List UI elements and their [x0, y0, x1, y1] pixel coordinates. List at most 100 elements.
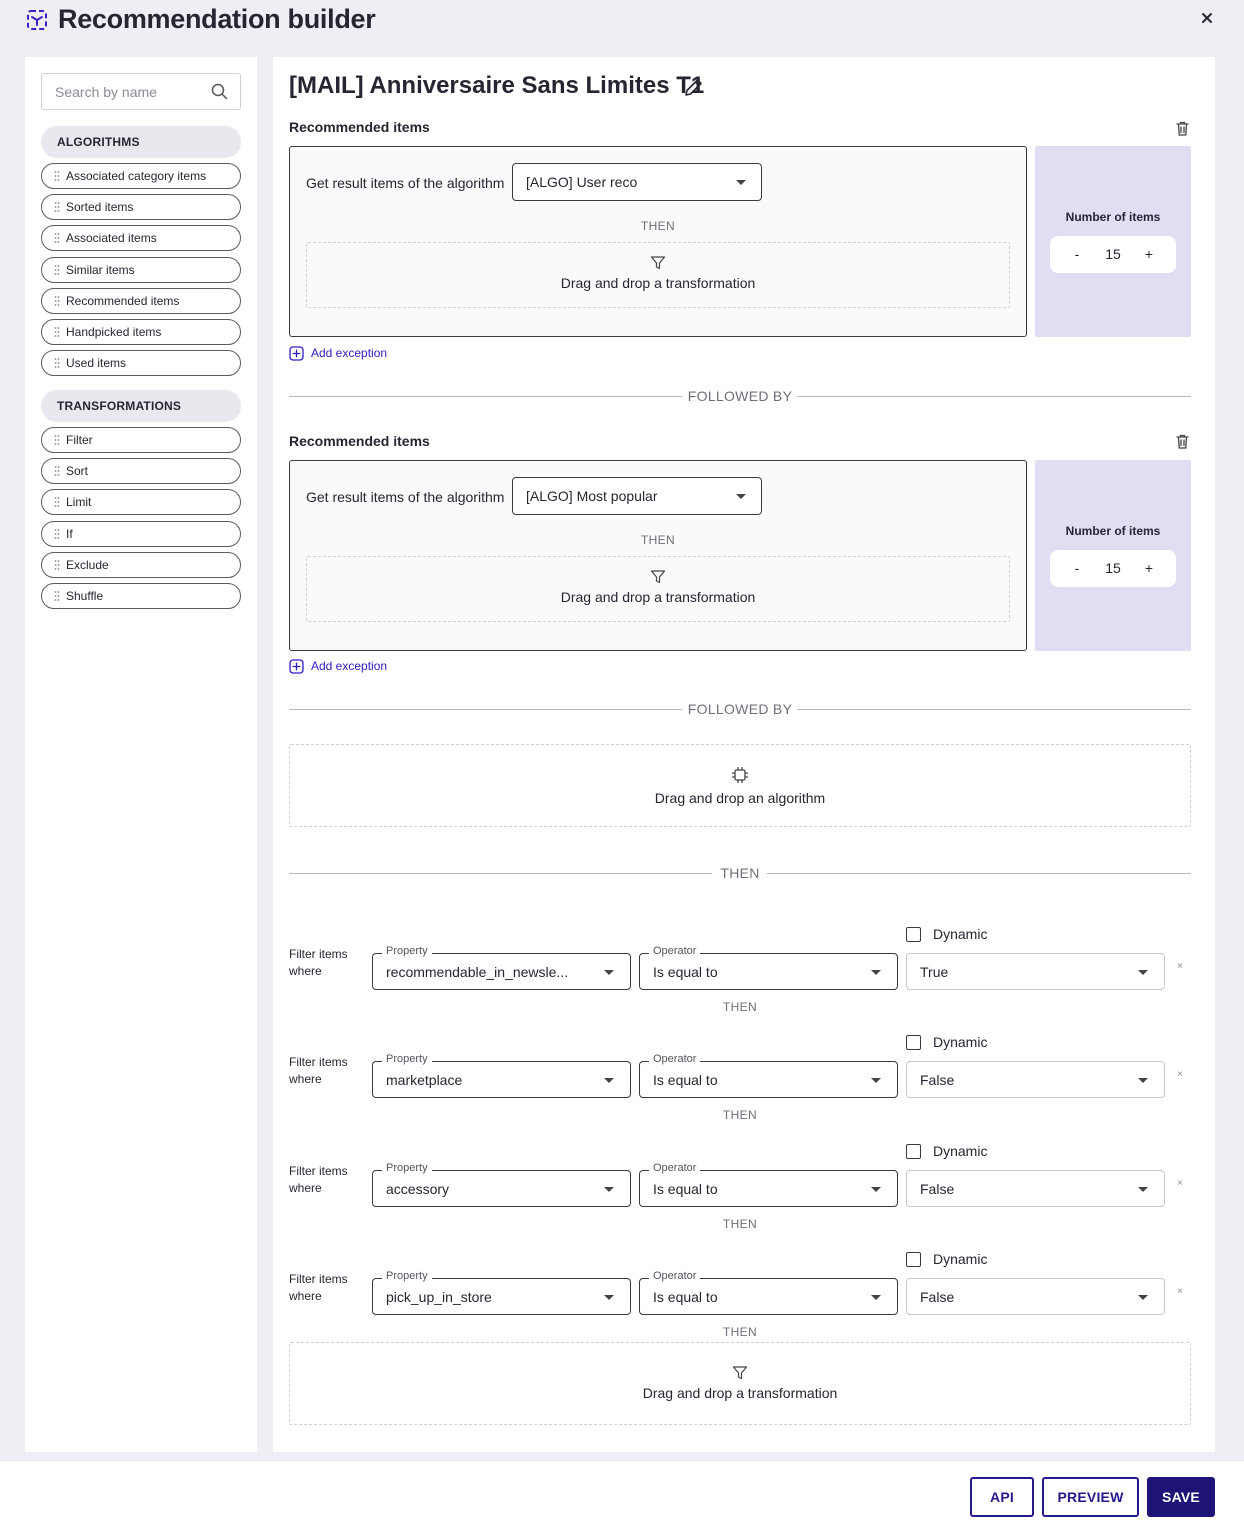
sidebar-chip[interactable]: Recommended items: [41, 287, 241, 314]
transformation-dropzone[interactable]: Drag and drop a transformation: [289, 1342, 1191, 1425]
value-select[interactable]: False: [906, 1169, 1165, 1207]
transformation-dropzone[interactable]: Drag and drop a transformation: [306, 242, 1010, 308]
property-value: pick_up_in_store: [386, 1288, 492, 1305]
operator-select[interactable]: Operator Is equal to: [639, 1161, 898, 1207]
increment-button[interactable]: +: [1131, 550, 1167, 587]
algorithm-select-value: [ALGO] User reco: [526, 174, 638, 190]
value-select[interactable]: True: [906, 953, 1165, 990]
operator-select[interactable]: Operator Is equal to: [639, 945, 898, 990]
followed-by-divider: FOLLOWED BY: [289, 387, 1191, 407]
chip-label: Associated items: [66, 231, 157, 246]
decrement-button[interactable]: -: [1059, 236, 1095, 273]
remove-filter-button[interactable]: ×: [1177, 1069, 1183, 1080]
transformation-dropzone[interactable]: Drag and drop a transformation: [306, 556, 1010, 622]
operator-value: Is equal to: [653, 964, 718, 980]
decrement-button[interactable]: -: [1059, 550, 1095, 587]
drag-handle-icon: [54, 358, 60, 369]
dropzone-label: Drag and drop a transformation: [560, 589, 756, 605]
chip-label: Filter: [66, 433, 93, 447]
chip-label: Recommended items: [66, 293, 180, 308]
algorithm-prompt: Get result items of the algorithm: [306, 175, 505, 191]
drag-handle-icon: [54, 202, 60, 213]
chip-label: Handpicked items: [66, 325, 162, 339]
trash-icon[interactable]: [1174, 433, 1191, 450]
sidebar-chip[interactable]: Associated category items: [41, 163, 241, 189]
save-button[interactable]: SAVE: [1147, 1477, 1215, 1517]
filter-value: True: [920, 964, 949, 980]
filter-row: Filter items where Property pick_up_in_sto…: [289, 1238, 1209, 1339]
pencil-icon[interactable]: [683, 77, 704, 98]
sidebar-chip[interactable]: Used items: [41, 350, 241, 377]
close-icon[interactable]: [1196, 7, 1218, 29]
recommendation-name: [MAIL] Anniversaire Sans Limites T1: [289, 72, 705, 99]
caret-down-icon: [871, 1294, 881, 1300]
caret-down-icon: [871, 970, 881, 975]
caret-down-icon: [871, 1186, 881, 1192]
filter-value: False: [920, 1180, 955, 1197]
drag-handle-icon: [54, 171, 60, 181]
filter-where-label: Filter items where: [289, 1271, 348, 1303]
chip-label: Exclude: [66, 557, 109, 572]
dropzone-label: Drag and drop a transformation: [642, 1385, 838, 1401]
property-select[interactable]: Property recommendable_in_newsle...: [372, 945, 631, 990]
number-of-items-label: Number of items: [1065, 524, 1161, 538]
remove-filter-button[interactable]: ×: [1177, 1178, 1183, 1189]
dynamic-label: Dynamic: [933, 1034, 988, 1051]
algorithm-block: Get result items of the algorithm [ALGO]…: [289, 460, 1027, 651]
filter-value: False: [920, 1288, 955, 1305]
value-select[interactable]: False: [906, 1277, 1165, 1315]
chip-label: Used items: [66, 356, 127, 371]
preview-button[interactable]: PREVIEW: [1042, 1477, 1139, 1517]
search-input[interactable]: [42, 74, 208, 109]
builder-canvas: [MAIL] Anniversaire Sans Limites T1 Reco…: [273, 57, 1215, 1452]
search-icon[interactable]: [211, 83, 228, 100]
sidebar-chip[interactable]: Associated items: [41, 225, 241, 252]
remove-filter-button[interactable]: ×: [1177, 1286, 1183, 1297]
block-label: Recommended items: [289, 433, 430, 449]
quantity-value[interactable]: 15: [1092, 550, 1134, 587]
sidebar-chip[interactable]: Exclude: [41, 551, 241, 578]
filter-where-label: Filter items where: [289, 947, 348, 978]
caret-down-icon: [871, 1078, 881, 1084]
trash-icon[interactable]: [1174, 120, 1191, 137]
brand-logo-icon: [27, 10, 47, 30]
operator-select[interactable]: Operator Is equal to: [639, 1269, 898, 1315]
operator-select[interactable]: Operator Is equal to: [639, 1053, 898, 1099]
filter-funnel-icon: [732, 1366, 748, 1380]
filter-row: Filter items where Property recommendable_…: [289, 913, 1209, 1014]
property-value: recommendable_in_newsle...: [386, 964, 569, 980]
checkbox-icon: [906, 1143, 921, 1159]
checkbox-icon: [906, 1035, 921, 1051]
property-select[interactable]: Property accessory: [372, 1161, 631, 1207]
algorithm-dropzone[interactable]: Drag and drop an algorithm: [289, 744, 1191, 827]
sidebar-chip[interactable]: Handpicked items: [41, 319, 241, 345]
then-label: THEN: [640, 533, 676, 547]
sidebar-chip[interactable]: Similar items: [41, 256, 241, 283]
quantity-stepper: - 15 +: [1050, 236, 1176, 273]
api-button[interactable]: API: [970, 1477, 1034, 1517]
sidebar-chip[interactable]: Limit: [41, 489, 241, 516]
chip-label: If: [66, 526, 73, 541]
chip-label: Limit: [66, 495, 92, 510]
sidebar-chip[interactable]: Sorted items: [41, 194, 241, 221]
caret-down-icon: [1138, 970, 1148, 975]
drag-handle-icon: [54, 559, 60, 570]
property-select[interactable]: Property marketplace: [372, 1053, 631, 1099]
operator-value: Is equal to: [653, 1288, 718, 1305]
property-select[interactable]: Property pick_up_in_store: [372, 1269, 631, 1315]
algorithm-select[interactable]: [ALGO] User reco: [512, 163, 762, 201]
dynamic-label: Dynamic: [933, 926, 988, 942]
sidebar-chip[interactable]: Filter: [41, 427, 241, 453]
chip-label: Associated category items: [66, 169, 207, 183]
operator-value: Is equal to: [653, 1180, 718, 1197]
increment-button[interactable]: +: [1131, 236, 1167, 273]
sidebar-chip[interactable]: Sort: [41, 458, 241, 485]
remove-filter-button[interactable]: ×: [1177, 961, 1183, 972]
quantity-value[interactable]: 15: [1092, 236, 1134, 273]
value-select[interactable]: False: [906, 1061, 1165, 1099]
then-divider: THEN: [289, 864, 1191, 884]
sidebar-chip[interactable]: Shuffle: [41, 583, 241, 609]
sidebar-chip[interactable]: If: [41, 520, 241, 547]
filter-where-label: Filter items where: [289, 1163, 348, 1195]
algorithm-select[interactable]: [ALGO] Most popular: [512, 477, 762, 515]
